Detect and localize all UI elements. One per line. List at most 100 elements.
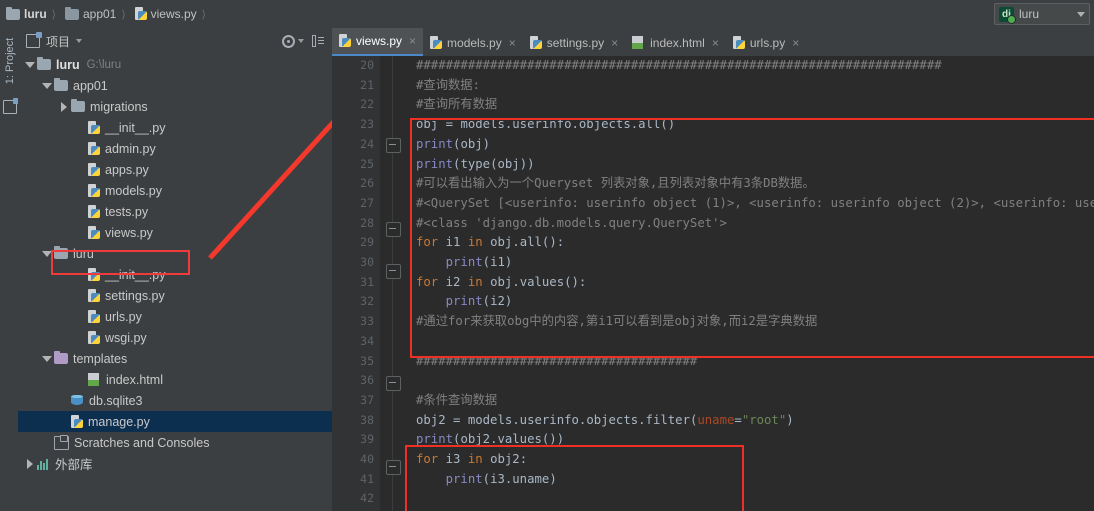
chevron-down-icon[interactable]: [1077, 11, 1085, 17]
folder-icon: [71, 99, 85, 112]
code-line-33[interactable]: #通过for来获取obg中的内容,第i1可以看到是obj对象,而i2是字典数据: [416, 314, 817, 328]
chevron-down-icon[interactable]: [298, 39, 304, 43]
tree-item-views-py[interactable]: views.py: [18, 222, 332, 243]
tree-item-admin-py[interactable]: admin.py: [18, 138, 332, 159]
code-line-41[interactable]: print(i3.uname): [416, 472, 557, 486]
code-line-37[interactable]: #条件查询数据: [416, 393, 497, 407]
code-line-27[interactable]: #<QuerySet [<userinfo: userinfo object (…: [416, 196, 1094, 210]
tree-item-settings-py[interactable]: settings.py: [18, 285, 332, 306]
gear-icon[interactable]: [282, 34, 295, 48]
code-line-26[interactable]: #可以看出输入为一个Queryset 列表对象,且列表对象中有3条DB数据。: [416, 176, 815, 190]
python-file-icon: [339, 34, 351, 48]
tree-item-path: G:\luru: [86, 58, 122, 71]
chevron-down-icon[interactable]: [41, 80, 52, 91]
tree-item-templates[interactable]: templates: [18, 348, 332, 369]
tree-item-init-py[interactable]: __init__.py: [18, 117, 332, 138]
code-line-22[interactable]: #查询所有数据: [416, 97, 497, 111]
tree-item-db-sqlite3[interactable]: db.sqlite3: [18, 390, 332, 411]
close-icon[interactable]: ×: [409, 35, 416, 47]
code-line-24[interactable]: print(obj): [416, 137, 490, 151]
breadcrumb-item-app01[interactable]: app01: [59, 0, 118, 28]
sidebar-tab-project[interactable]: 1: Project: [1, 28, 19, 94]
code-lines[interactable]: ########################################…: [332, 56, 1094, 511]
tree-item-manage-py[interactable]: manage.py: [18, 411, 332, 432]
tree-item-label: __init__.py: [105, 120, 166, 135]
close-icon[interactable]: ×: [712, 37, 719, 49]
code-editor[interactable]: 20 21 22 23 24 25 26 27 28 29 30 31 32 33 34 35 36 37 38 39…: [332, 56, 1094, 511]
code-line-29[interactable]: for i1 in obj.all():: [416, 235, 564, 249]
code-line-38[interactable]: obj2 = models.userinfo.objects.filter(un…: [416, 413, 794, 427]
python-file-icon: [88, 267, 100, 282]
code-line-32[interactable]: print(i2): [416, 294, 513, 308]
code-line-28[interactable]: #<class 'django.db.models.query.QuerySet…: [416, 216, 727, 230]
tree-item-luru[interactable]: luru: [18, 243, 332, 264]
chevron-right-icon[interactable]: [58, 101, 69, 112]
breadcrumb-bar: luru ⟩ app01 ⟩ views.py ⟩ dj luru: [0, 0, 1094, 29]
editor-tab-views-py[interactable]: views.py ×: [332, 28, 424, 56]
chevron-down-icon[interactable]: [24, 59, 35, 70]
tree-item-label: urls.py: [105, 309, 142, 324]
tree-item-init-py[interactable]: __init__.py: [18, 264, 332, 285]
code-line-25[interactable]: print(type(obj)): [416, 157, 535, 171]
python-file-icon: [71, 414, 83, 429]
python-file-icon: [732, 35, 745, 50]
project-panel: 项目 luru G:\luru app01 migrations __init__.py…: [18, 28, 378, 511]
chevron-down-icon[interactable]: [41, 248, 52, 259]
editor-tab-index-html[interactable]: index.html ×: [625, 29, 726, 56]
close-icon[interactable]: ×: [611, 37, 618, 49]
project-tool-icon[interactable]: [3, 98, 19, 114]
editor-tab-urls-py[interactable]: urls.py ×: [726, 29, 806, 56]
python-file-icon: [430, 35, 443, 50]
tree-item-[interactable]: 外部库: [18, 453, 332, 474]
collapse-all-icon[interactable]: [312, 35, 324, 47]
editor-tab-settings-py[interactable]: settings.py ×: [523, 29, 625, 56]
breadcrumb-item-luru[interactable]: luru: [0, 0, 49, 28]
tree-item-urls-py[interactable]: urls.py: [18, 306, 332, 327]
editor-tab-models-py[interactable]: models.py ×: [423, 29, 523, 56]
close-icon[interactable]: ×: [509, 37, 516, 49]
code-line-39[interactable]: print(obj2.values()): [416, 432, 564, 446]
editor-tab-label: views.py: [356, 34, 403, 48]
tree-item-migrations[interactable]: migrations: [18, 96, 332, 117]
breadcrumb-item-views-py[interactable]: views.py: [129, 0, 199, 28]
code-line-20[interactable]: ########################################…: [416, 58, 942, 72]
tree-item-index-html[interactable]: index.html: [18, 369, 332, 390]
tree-item-apps-py[interactable]: apps.py: [18, 159, 332, 180]
python-file-icon: [88, 183, 100, 198]
chevron-right-icon[interactable]: [24, 458, 35, 469]
tree-item-luru[interactable]: luru G:\luru: [18, 54, 332, 75]
tree-item-label: tests.py: [105, 204, 149, 219]
tree-item-scratches-and-consoles[interactable]: Scratches and Consoles: [18, 432, 332, 453]
python-file-icon: [88, 225, 100, 240]
code-line-21[interactable]: #查询数据:: [416, 78, 480, 92]
tree-item-label: luru: [73, 246, 94, 261]
code-line-31[interactable]: for i2 in obj.values():: [416, 275, 586, 289]
code-line-23[interactable]: obj = models.userinfo.objects.all(): [416, 117, 675, 131]
run-configuration-selector[interactable]: dj luru: [994, 3, 1090, 25]
python-file-icon: [88, 288, 100, 303]
code-line-40[interactable]: for i3 in obj2:: [416, 452, 527, 466]
breadcrumb-separator: ⟩: [51, 8, 56, 21]
breadcrumb-separator: ⟩: [201, 8, 206, 21]
tree-item-wsgi-py[interactable]: wsgi.py: [18, 327, 332, 348]
code-line-35[interactable]: ######################################: [416, 354, 697, 368]
close-icon[interactable]: ×: [792, 37, 799, 49]
tree-item-label: templates: [73, 351, 128, 366]
chevron-down-icon[interactable]: [41, 353, 52, 364]
tree-item-app01[interactable]: app01: [18, 75, 332, 96]
tree-item-label: manage.py: [88, 414, 150, 429]
tree-item-label: app01: [73, 78, 108, 93]
tree-item-models-py[interactable]: models.py: [18, 180, 332, 201]
tree-item-tests-py[interactable]: tests.py: [18, 201, 332, 222]
code-line-30[interactable]: print(i1): [416, 255, 513, 269]
folder-icon: [54, 78, 68, 91]
project-tree[interactable]: luru G:\luru app01 migrations __init__.py adm…: [18, 54, 332, 511]
database-file-icon: [71, 394, 84, 407]
chevron-down-icon[interactable]: [76, 39, 83, 43]
tree-item-label: settings.py: [105, 288, 165, 303]
